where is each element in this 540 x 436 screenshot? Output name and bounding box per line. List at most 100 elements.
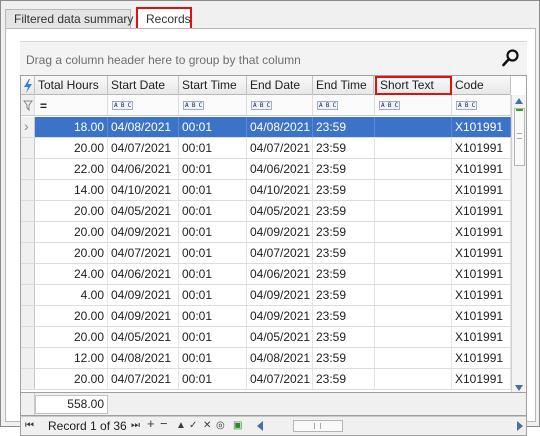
cell-total-hours[interactable]: 20.00 bbox=[35, 306, 108, 326]
cell-start-date[interactable]: 04/07/2021 bbox=[108, 138, 179, 158]
cell-total-hours[interactable]: 12.00 bbox=[35, 348, 108, 368]
cell-total-hours[interactable]: 4.00 bbox=[35, 285, 108, 305]
first-record-icon[interactable]: ⏮ bbox=[25, 420, 34, 432]
cell-total-hours[interactable]: 20.00 bbox=[35, 138, 108, 158]
cell-start-time[interactable]: 00:01 bbox=[179, 138, 247, 158]
cell-start-date[interactable]: 04/05/2021 bbox=[108, 327, 179, 347]
cell-end-time[interactable]: 23:59 bbox=[313, 201, 375, 221]
cell-end-date[interactable]: 04/09/2021 bbox=[247, 222, 313, 242]
table-row[interactable]: 20.00 04/09/2021 00:01 04/09/2021 23:59 X1019… bbox=[21, 306, 511, 327]
cell-short-text[interactable] bbox=[375, 159, 452, 179]
cell-end-time[interactable]: 23:59 bbox=[313, 285, 375, 305]
cell-code[interactable]: X101991 bbox=[452, 180, 511, 200]
cell-total-hours[interactable]: 20.00 bbox=[35, 201, 108, 221]
scroll-right-arrow-icon[interactable] bbox=[517, 421, 523, 431]
cell-start-date[interactable]: 04/05/2021 bbox=[108, 201, 179, 221]
vertical-scroll-thumb[interactable] bbox=[514, 108, 525, 166]
cell-end-date[interactable]: 04/09/2021 bbox=[247, 306, 313, 326]
cell-start-date[interactable]: 04/06/2021 bbox=[108, 264, 179, 284]
cell-end-date[interactable]: 04/07/2021 bbox=[247, 138, 313, 158]
cell-end-date[interactable]: 04/08/2021 bbox=[247, 348, 313, 368]
filter-start-date[interactable]: A B C bbox=[108, 95, 179, 115]
cell-start-date[interactable]: 04/09/2021 bbox=[108, 306, 179, 326]
cell-total-hours[interactable]: 20.00 bbox=[35, 327, 108, 347]
cell-end-time[interactable]: 23:59 bbox=[313, 327, 375, 347]
edit-icon[interactable]: ▲ bbox=[176, 420, 186, 432]
post-icon[interactable]: ✓ bbox=[189, 420, 197, 432]
cell-start-time[interactable]: 00:01 bbox=[179, 222, 247, 242]
cell-start-date[interactable]: 04/08/2021 bbox=[108, 348, 179, 368]
row-indicator[interactable] bbox=[21, 369, 35, 389]
cell-start-date[interactable]: 04/08/2021 bbox=[108, 117, 179, 137]
cell-short-text[interactable] bbox=[375, 138, 452, 158]
cell-end-date[interactable]: 04/07/2021 bbox=[247, 243, 313, 263]
cell-start-time[interactable]: 00:01 bbox=[179, 348, 247, 368]
cell-end-date[interactable]: 04/05/2021 bbox=[247, 327, 313, 347]
cell-end-date[interactable]: 04/08/2021 bbox=[247, 117, 313, 137]
cell-end-time[interactable]: 23:59 bbox=[313, 369, 375, 389]
cell-start-time[interactable]: 00:01 bbox=[179, 285, 247, 305]
cell-code[interactable]: X101991 bbox=[452, 264, 511, 284]
cell-end-time[interactable]: 23:59 bbox=[313, 159, 375, 179]
row-indicator[interactable] bbox=[21, 264, 35, 284]
cell-short-text[interactable] bbox=[375, 369, 452, 389]
table-row[interactable]: 14.00 04/10/2021 00:01 04/10/2021 23:59 X1019… bbox=[21, 180, 511, 201]
cell-end-date[interactable]: 04/09/2021 bbox=[247, 285, 313, 305]
vertical-scrollbar[interactable] bbox=[511, 95, 526, 392]
cell-total-hours[interactable]: 22.00 bbox=[35, 159, 108, 179]
row-indicator[interactable]: › bbox=[21, 117, 35, 137]
table-row[interactable]: › 18.00 04/08/2021 00:01 04/08/2021 23:59 X101… bbox=[21, 117, 511, 138]
table-row[interactable]: 20.00 04/07/2021 00:01 04/07/2021 23:59 X1019… bbox=[21, 138, 511, 159]
cell-start-date[interactable]: 04/07/2021 bbox=[108, 369, 179, 389]
cell-start-date[interactable]: 04/10/2021 bbox=[108, 180, 179, 200]
cell-end-date[interactable]: 04/06/2021 bbox=[247, 159, 313, 179]
cell-total-hours[interactable]: 20.00 bbox=[35, 243, 108, 263]
cell-short-text[interactable] bbox=[375, 180, 452, 200]
row-indicator[interactable] bbox=[21, 348, 35, 368]
cell-start-date[interactable]: 04/06/2021 bbox=[108, 159, 179, 179]
cell-end-time[interactable]: 23:59 bbox=[313, 306, 375, 326]
cell-total-hours[interactable]: 18.00 bbox=[35, 117, 108, 137]
cell-start-time[interactable]: 00:01 bbox=[179, 243, 247, 263]
table-row[interactable]: 20.00 04/05/2021 00:01 04/05/2021 23:59 X1019… bbox=[21, 327, 511, 348]
cell-code[interactable]: X101991 bbox=[452, 369, 511, 389]
cell-start-time[interactable]: 00:01 bbox=[179, 306, 247, 326]
cell-short-text[interactable] bbox=[375, 243, 452, 263]
filter-code[interactable]: A B C bbox=[452, 95, 511, 115]
cell-start-date[interactable]: 04/09/2021 bbox=[108, 222, 179, 242]
filter-short-text[interactable]: A B C bbox=[375, 95, 452, 115]
scroll-down-arrow-icon[interactable] bbox=[515, 385, 523, 391]
cell-end-date[interactable]: 04/06/2021 bbox=[247, 264, 313, 284]
cell-start-time[interactable]: 00:01 bbox=[179, 159, 247, 179]
cell-total-hours[interactable]: 14.00 bbox=[35, 180, 108, 200]
column-header-end-date[interactable]: End Date bbox=[247, 76, 313, 95]
cell-code[interactable]: X101991 bbox=[452, 159, 511, 179]
cell-end-date[interactable]: 04/07/2021 bbox=[247, 369, 313, 389]
cancel-icon[interactable]: ✕ bbox=[203, 420, 211, 432]
table-row[interactable]: 12.00 04/08/2021 00:01 04/08/2021 23:59 X1019… bbox=[21, 348, 511, 369]
cell-total-hours[interactable]: 20.00 bbox=[35, 369, 108, 389]
refresh-icon[interactable]: ◎ bbox=[216, 420, 225, 432]
last-record-icon[interactable]: ⏭ bbox=[131, 420, 140, 432]
cell-short-text[interactable] bbox=[375, 327, 452, 347]
cell-end-date[interactable]: 04/05/2021 bbox=[247, 201, 313, 221]
column-header-start-time[interactable]: Start Time bbox=[179, 76, 247, 95]
row-indicator[interactable] bbox=[21, 159, 35, 179]
tab-filtered-data-summary[interactable]: Filtered data summary bbox=[5, 9, 133, 29]
cell-code[interactable]: X101991 bbox=[452, 201, 511, 221]
filter-total-hours[interactable]: = bbox=[35, 95, 108, 115]
cell-short-text[interactable] bbox=[375, 222, 452, 242]
export-icon[interactable]: ▣ bbox=[233, 420, 242, 432]
cell-end-time[interactable]: 23:59 bbox=[313, 264, 375, 284]
table-row[interactable]: 20.00 04/07/2021 00:01 04/07/2021 23:59 X1019… bbox=[21, 243, 511, 264]
row-indicator[interactable] bbox=[21, 243, 35, 263]
cell-code[interactable]: X101991 bbox=[452, 222, 511, 242]
cell-start-time[interactable]: 00:01 bbox=[179, 180, 247, 200]
filter-end-date[interactable]: A B C bbox=[247, 95, 313, 115]
filter-start-time[interactable]: A B C bbox=[179, 95, 247, 115]
cell-code[interactable]: X101991 bbox=[452, 327, 511, 347]
table-row[interactable]: 20.00 04/05/2021 00:01 04/05/2021 23:59 X1019… bbox=[21, 201, 511, 222]
cell-code[interactable]: X101991 bbox=[452, 285, 511, 305]
table-row[interactable]: 20.00 04/07/2021 00:01 04/07/2021 23:59 X1019… bbox=[21, 369, 511, 390]
cell-code[interactable]: X101991 bbox=[452, 348, 511, 368]
